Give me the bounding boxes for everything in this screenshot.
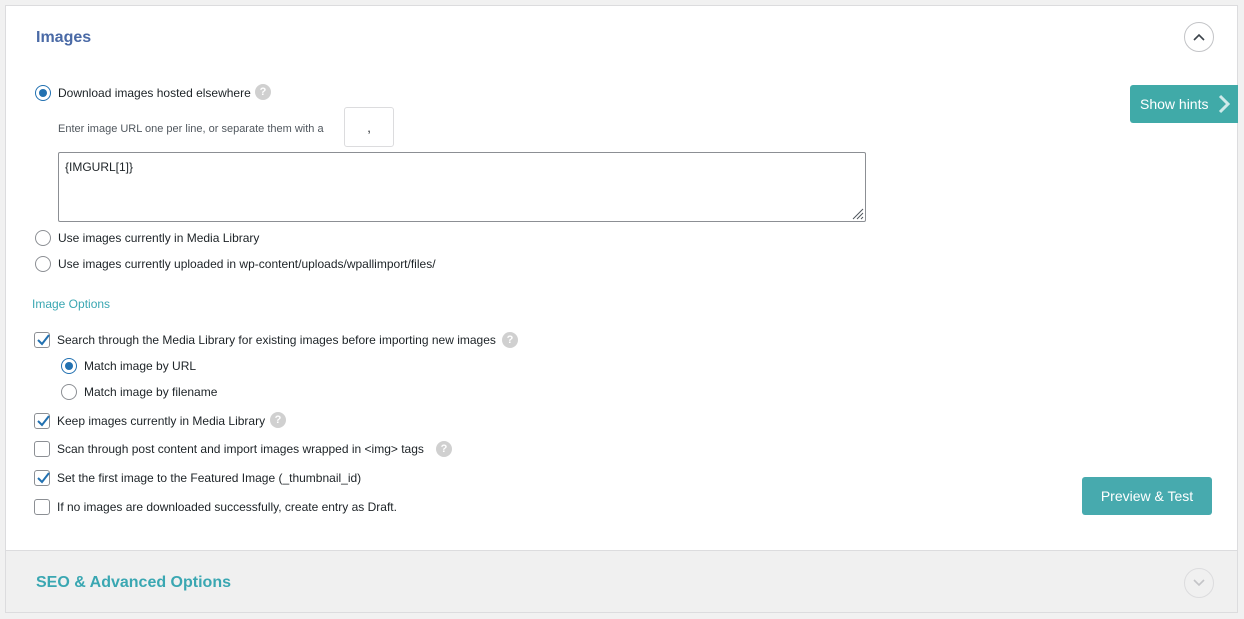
draft-label: If no images are downloaded successfully… bbox=[57, 500, 397, 514]
question-mark-icon[interactable]: ? bbox=[502, 332, 518, 348]
featured-image-checkbox[interactable] bbox=[34, 470, 50, 486]
collapse-images-button[interactable] bbox=[1184, 22, 1214, 52]
scan-content-checkbox[interactable] bbox=[34, 441, 50, 457]
match-by-filename-radio[interactable] bbox=[61, 384, 77, 400]
keep-images-label: Keep images currently in Media Library bbox=[57, 414, 266, 428]
checkmark-icon bbox=[37, 334, 50, 346]
download-images-radio[interactable] bbox=[35, 85, 51, 101]
chevron-down-icon bbox=[1193, 579, 1205, 587]
expand-seo-button[interactable] bbox=[1184, 568, 1214, 598]
match-by-url-label: Match image by URL bbox=[84, 359, 197, 373]
show-hints-button[interactable]: Show hints bbox=[1130, 85, 1238, 123]
keep-images-checkbox[interactable] bbox=[34, 413, 50, 429]
seo-panel-title: SEO & Advanced Options bbox=[36, 574, 231, 591]
checkmark-icon bbox=[37, 415, 50, 427]
images-panel-title: Images bbox=[36, 29, 92, 46]
scan-content-label: Scan through post content and import ima… bbox=[57, 442, 424, 456]
featured-image-label: Set the first image to the Featured Imag… bbox=[57, 471, 362, 485]
search-media-checkbox[interactable] bbox=[34, 332, 50, 348]
question-mark-icon[interactable]: ? bbox=[270, 412, 286, 428]
question-mark-icon[interactable]: ? bbox=[436, 441, 452, 457]
checkmark-icon bbox=[37, 472, 50, 484]
image-options-heading: Image Options bbox=[32, 297, 111, 311]
image-urls-textarea[interactable]: {IMGURL[1]} bbox=[58, 152, 866, 222]
uploaded-files-radio[interactable] bbox=[35, 256, 51, 272]
question-mark-icon[interactable]: ? bbox=[255, 84, 271, 100]
chevron-right-icon bbox=[1218, 94, 1231, 114]
media-library-radio[interactable] bbox=[35, 230, 51, 246]
media-library-label: Use images currently in Media Library bbox=[58, 231, 260, 245]
show-hints-label: Show hints bbox=[1140, 96, 1209, 112]
match-by-filename-label: Match image by filename bbox=[84, 385, 218, 399]
preview-test-button[interactable]: Preview & Test bbox=[1082, 477, 1212, 515]
separator-input[interactable]: , bbox=[344, 107, 394, 147]
url-hint-text: Enter image URL one per line, or separat… bbox=[58, 123, 324, 135]
search-media-label: Search through the Media Library for exi… bbox=[57, 333, 496, 347]
draft-checkbox[interactable] bbox=[34, 499, 50, 515]
download-images-label: Download images hosted elsewhere bbox=[58, 86, 251, 100]
uploaded-files-label: Use images currently uploaded in wp-cont… bbox=[58, 257, 436, 271]
match-by-url-radio[interactable] bbox=[61, 358, 77, 374]
seo-panel[interactable]: SEO & Advanced Options bbox=[5, 550, 1238, 613]
chevron-up-icon bbox=[1193, 33, 1205, 41]
resize-grip-icon[interactable] bbox=[850, 206, 864, 220]
